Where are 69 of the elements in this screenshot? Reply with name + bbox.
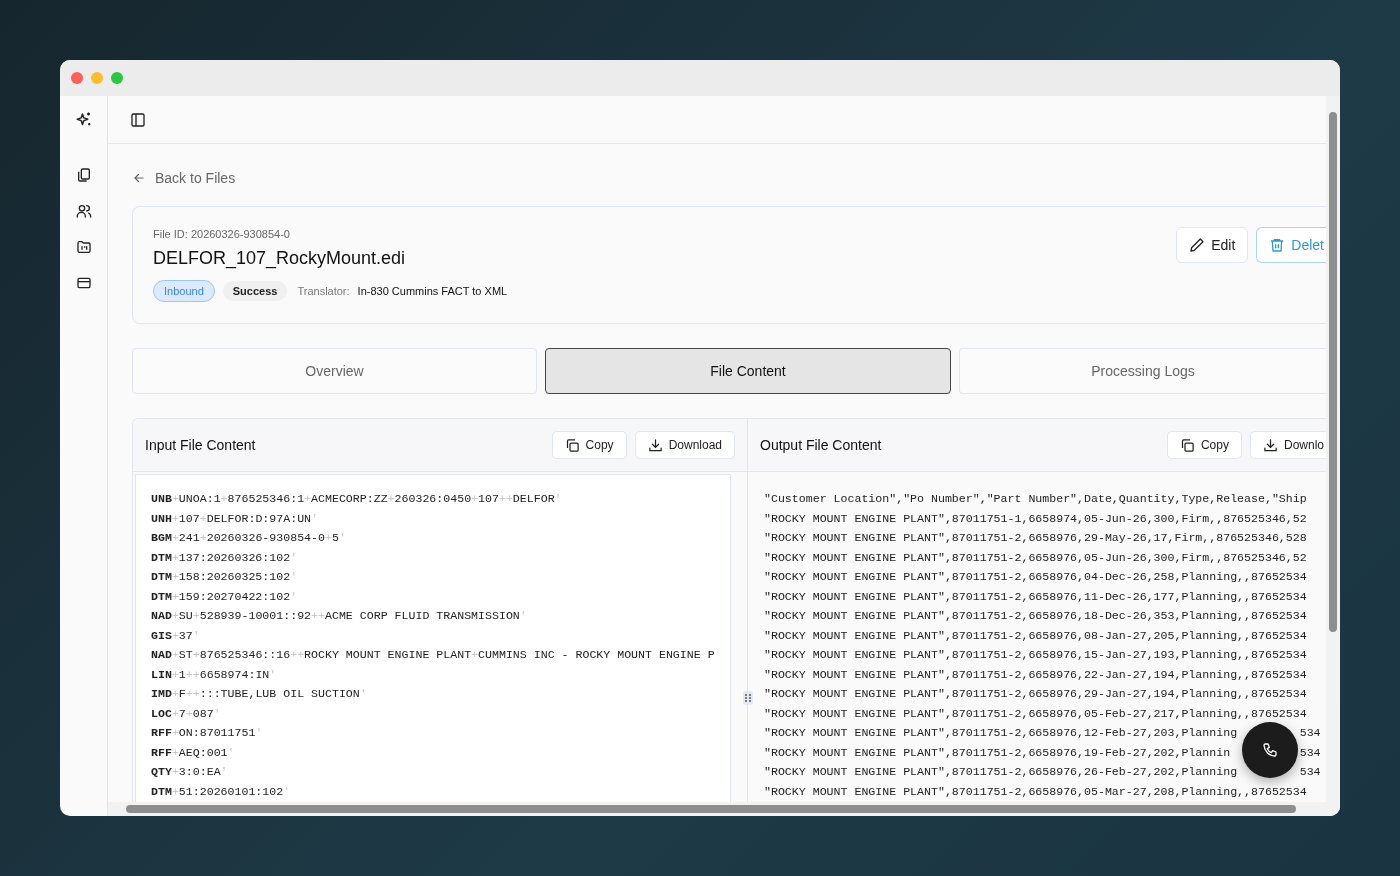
download-button[interactable]: Downlo (1249, 431, 1326, 459)
code-line: 534 (1299, 725, 1321, 741)
translator-name: In-830 Cummins FACT to XML (357, 285, 508, 297)
code-line: RFF+AEQ:001' (151, 744, 236, 761)
code-line: 534 (1299, 764, 1321, 780)
back-link[interactable]: Back to Files (132, 169, 236, 187)
code-line: LOC+7+087' (151, 705, 222, 722)
code-line: "ROCKY MOUNT ENGINE PLANT",87011751-2,6658976,29-Jan-27,194,Planning,,87652534 (764, 686, 1308, 702)
download-icon (647, 437, 663, 453)
arrow-left-icon (132, 171, 146, 185)
tab[interactable]: Processing Logs (959, 348, 1326, 394)
tab[interactable]: Overview (132, 348, 537, 394)
code-line: "ROCKY MOUNT ENGINE PLANT",87011751-2,6658976,22-Jan-27,194,Planning,,87652534 (764, 666, 1308, 683)
code-line: RFF+ON:87011751' (151, 725, 264, 741)
documents-icon (75, 167, 92, 183)
download-button[interactable]: Download (634, 431, 735, 459)
panel-title: Input File Content (145, 437, 256, 453)
copy-button[interactable]: Copy (551, 431, 627, 459)
code-line: DTM+159:20270422:102' (151, 588, 299, 605)
code-line: "ROCKY MOUNT ENGINE PLANT",87011751-2,6658976,04-Dec-26,258,Planning,,87652534 (764, 569, 1308, 585)
trash-icon (1269, 237, 1286, 253)
phone-icon (1262, 742, 1278, 758)
code-line: DTM+137:20260326:102' (151, 549, 299, 566)
code-line: QTY+3:0:EA' (151, 764, 229, 780)
download-icon (1262, 437, 1278, 453)
code-line: UNH+107+DELFOR:D:97A:UN' (151, 510, 320, 527)
resize-handle-icon[interactable] (743, 691, 753, 705)
direction-badge: Inbound (153, 280, 215, 302)
code-line: "ROCKY MOUNT ENGINE PLANT",87011751-2,6658976,05-Jun-26,300,Firm,,876525346,52 (764, 549, 1308, 566)
code-line: "ROCKY MOUNT ENGINE PLANT",87011751-1,6658974,05-Jun-26,300,Firm,,876525346,52 (764, 510, 1308, 527)
code-line: NAD+ST+876525346::16++ROCKY MOUNT ENGINE PLANT+CUMMINS INC - ROCKY MOUNT ENGINE P (151, 647, 716, 663)
panel-title: Output File Content (760, 437, 882, 453)
close-button[interactable] (71, 72, 83, 84)
call-button[interactable] (1242, 722, 1298, 778)
code-line: "ROCKY MOUNT ENGINE PLANT",87011751-2,6658976,19-Feb-27,202,Plannin (764, 744, 1231, 761)
copy-icon (564, 437, 580, 453)
code-line: "ROCKY MOUNT ENGINE PLANT",87011751-2,6658976,29-May-26,17,Firm,,876525346,528 (764, 530, 1308, 546)
code-line: "ROCKY MOUNT ENGINE PLANT",87011751-2,6658976,05-Feb-27,217,Planning,,87652534 (764, 705, 1308, 722)
tab[interactable]: File Content (545, 348, 951, 394)
edit-button[interactable]: Edit (1176, 227, 1249, 263)
credit-card-icon (75, 275, 92, 291)
copy-button[interactable]: Copy (1166, 431, 1242, 459)
translator-label: Translator: (297, 285, 350, 297)
code-line: LIN+1++6658974:IN' (151, 666, 278, 683)
code-line: GIS+37' (151, 627, 201, 644)
code-line: DTM+51:20260101:102' (151, 783, 292, 800)
code-line: "ROCKY MOUNT ENGINE PLANT",87011751-2,6658976,18-Dec-26,353,Planning,,87652534 (764, 608, 1308, 624)
folder-chart-icon (75, 239, 92, 255)
code-line: "Customer Location","Po Number","Part Number",Date,Quantity,Type,Release,"Ship (764, 491, 1308, 507)
sidebar-toggle-icon[interactable] (130, 111, 146, 128)
code-line: BGM+241+20260326-930854-0+5' (151, 530, 347, 546)
file-name: DELFOR_107_RockyMount.edi (153, 248, 407, 269)
file-id: File ID: 20260326-930854-0 (153, 228, 291, 240)
code-line: "ROCKY MOUNT ENGINE PLANT",87011751-2,6658976,15-Jan-27,193,Planning,,87652534 (764, 647, 1308, 663)
code-line: 534 (1299, 744, 1321, 761)
code-line: DTM+158:20260325:102' (151, 569, 299, 585)
copy-icon (1179, 437, 1195, 453)
status-badge: Success (222, 281, 288, 301)
code-line: "ROCKY MOUNT ENGINE PLANT",87011751-2,6658976,12-Feb-27,203,Planning (764, 725, 1238, 741)
code-line: IMD+F++:::TUBE,LUB OIL SUCTION' (151, 686, 368, 702)
code-line: "ROCKY MOUNT ENGINE PLANT",87011751-2,6658976,26-Feb-27,202,Planning (764, 764, 1238, 780)
users-icon (75, 203, 92, 219)
pencil-icon (1189, 237, 1206, 253)
code-line: "ROCKY MOUNT ENGINE PLANT",87011751-2,6658976,08-Jan-27,205,Planning,,87652534 (764, 627, 1308, 644)
code-line: "ROCKY MOUNT ENGINE PLANT",87011751-2,6658976,11-Dec-26,177,Planning,,87652534 (764, 588, 1308, 605)
code-line: "ROCKY MOUNT ENGINE PLANT",87011751-2,6658976,05-Mar-27,208,Planning,,87652534 (764, 783, 1308, 800)
code-line: UNB+UNOA:1+876525346:1+ACMECORP:ZZ+260326:0450+107++DELFOR' (151, 491, 563, 507)
code-line: NAD+SU+528939-10001::92++ACME CORP FLUID TRANSMISSION' (151, 608, 528, 624)
scrollbar[interactable] (108, 802, 1340, 816)
